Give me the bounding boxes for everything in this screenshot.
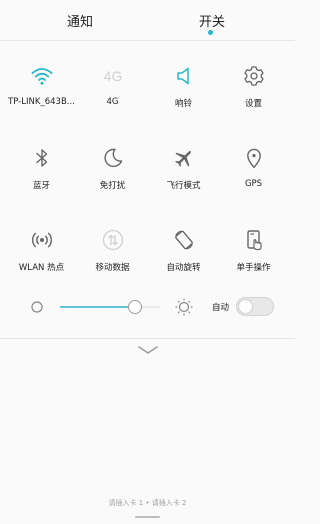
switch-knob	[238, 299, 253, 314]
panel-divider	[0, 338, 295, 339]
toggle-label: 设置	[244, 99, 262, 109]
4g-icon: 4G	[103, 68, 122, 84]
toggle-label: 飞行模式	[166, 181, 201, 191]
toggle-bluetooth[interactable]: 蓝牙	[5, 146, 78, 191]
brightness-high-icon	[175, 298, 193, 316]
toggle-one-hand-mode[interactable]: 单手操作	[217, 228, 290, 273]
toggle-label: 响铃	[174, 99, 192, 109]
tab-switches[interactable]: 开关	[182, 11, 242, 30]
toggle-label: WLAN 热点	[18, 263, 65, 273]
slider-thumb[interactable]	[128, 300, 142, 314]
toggle-hotspot[interactable]: WLAN 热点	[5, 228, 78, 273]
toggle-label: 蓝牙	[32, 181, 50, 191]
mobile-data-icon	[102, 229, 123, 251]
toggle-auto-rotate[interactable]: 自动旋转	[147, 228, 220, 273]
auto-brightness-label: 自动	[212, 303, 230, 313]
one-hand-icon	[246, 230, 262, 251]
toggle-label: 自动旋转	[166, 263, 201, 273]
speaker-icon	[176, 67, 189, 85]
auto-brightness-switch[interactable]	[236, 297, 274, 316]
drag-handle[interactable]	[135, 516, 160, 518]
airplane-icon	[174, 151, 191, 167]
svg-text:4G: 4G	[103, 68, 122, 84]
toggle-gps[interactable]: GPS	[217, 146, 290, 189]
toggle-ring[interactable]: 响铃	[147, 64, 220, 109]
toggle-do-not-disturb[interactable]: 免打扰	[76, 146, 149, 191]
rotate-icon	[174, 230, 193, 250]
chevron-down-icon[interactable]	[137, 344, 159, 356]
tab-bar: 通知 开关	[0, 0, 295, 41]
bluetooth-icon	[35, 149, 47, 167]
toggle-label: 免打扰	[99, 181, 126, 191]
tab-notifications[interactable]: 通知	[50, 11, 110, 30]
brightness-low-icon	[31, 301, 43, 313]
location-pin-icon	[246, 148, 261, 169]
toggle-label: 单手操作	[236, 263, 271, 273]
toggle-4g[interactable]: 4G 4G	[76, 64, 149, 107]
toggle-wifi[interactable]: TP-LINK_643B...	[5, 64, 78, 107]
gear-icon	[243, 66, 264, 86]
toggle-label: TP-LINK_643B...	[8, 97, 75, 107]
brightness-row: 自动	[0, 292, 295, 322]
wifi-icon	[31, 68, 52, 85]
toggle-airplane[interactable]: 飞行模式	[147, 146, 220, 191]
toggle-label: 4G	[106, 97, 119, 107]
brightness-slider[interactable]	[0, 292, 200, 322]
toggle-label: GPS	[244, 179, 263, 189]
sim-status-text: 请插入卡 1 • 请插入卡 2	[108, 499, 187, 507]
hotspot-icon	[31, 232, 52, 248]
toggle-label: 移动数据	[95, 263, 130, 273]
toggle-settings[interactable]: 设置	[217, 64, 290, 109]
toggle-mobile-data[interactable]: 移动数据	[76, 228, 149, 273]
moon-icon	[103, 148, 122, 168]
active-tab-indicator	[208, 30, 213, 35]
